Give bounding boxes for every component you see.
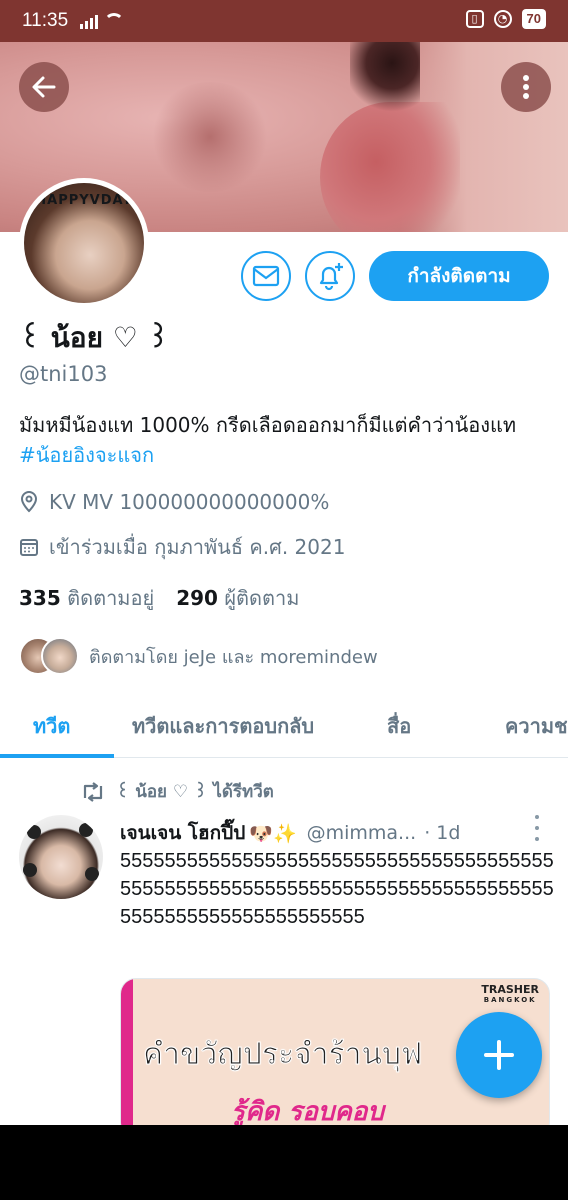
system-nav-bar	[0, 1125, 568, 1200]
media-brand: TRASHER BANGKOK	[481, 983, 539, 1004]
following-button[interactable]: กำลังติดตาม	[369, 251, 549, 301]
profile-handle: @tni103	[19, 362, 108, 386]
followed-by-avatars	[19, 637, 79, 675]
profile-avatar[interactable]: HAPPYVDAY	[19, 178, 149, 308]
media-line-1: คำขวัญประจำร้านบุฟ	[142, 1037, 423, 1073]
bio-text: มัมหมีน้องแท 1000% กรีดเลือดออกมาก็มีแต่…	[19, 413, 517, 437]
battery-indicator: 70	[521, 9, 546, 29]
followers-stat[interactable]: 290 ผู้ติดตาม	[176, 586, 299, 610]
notifications-button[interactable]	[305, 251, 355, 301]
tweet-menu-icon[interactable]	[530, 815, 544, 841]
tweet-author-name[interactable]: เจนเจน โฮกปี๊ป	[120, 818, 245, 848]
tweet-author-avatar[interactable]	[19, 815, 103, 899]
following-count: 335	[19, 586, 61, 610]
back-button[interactable]	[19, 62, 69, 112]
active-tab-indicator	[0, 754, 114, 758]
envelope-icon	[252, 265, 280, 287]
status-bar: 11:35 ▯ ◔ 70	[0, 0, 568, 42]
retweet-icon	[83, 781, 103, 802]
arrow-left-icon	[32, 76, 56, 98]
compose-tweet-button[interactable]	[456, 1012, 542, 1098]
avatar-image: HAPPYVDAY	[24, 183, 144, 303]
avatar-text: HAPPYVDAY	[35, 193, 133, 208]
tweet-text: 5555555555555555555555555555555555555555…	[120, 850, 554, 928]
status-time: 11:35	[22, 10, 69, 31]
tweet-time: · 1d	[424, 822, 461, 844]
bell-plus-icon	[319, 263, 343, 291]
profile-joined-date: เข้าร่วมเมื่อ กุมภาพันธ์ ค.ศ. 2021	[19, 531, 345, 563]
media-line-2: รู้คิด รอบคอบ	[231, 1097, 384, 1125]
avatar	[41, 637, 79, 675]
location-text: KV MV 100000000000000%	[49, 490, 330, 514]
tweet-header: เจนเจน โฮกปี๊ป 🐶✨ @mimma... · 1d	[120, 818, 550, 848]
wifi-icon	[104, 13, 124, 27]
calendar-icon	[20, 539, 38, 556]
joined-text: เข้าร่วมเมื่อ กุมภาพันธ์ ค.ศ. 2021	[49, 535, 346, 559]
plus-icon	[484, 1040, 514, 1070]
profile-location: KV MV 100000000000000%	[19, 490, 329, 514]
tweet-author-handle[interactable]: @mimma...	[307, 822, 417, 844]
profile-screen: 11:35 ▯ ◔ 70 HAPPYVDAY กำลังติดตาม ꒰ น้อ…	[0, 0, 568, 1125]
retweet-label: ꒰ น้อย ♡ ꒱ ได้รีทวีต	[116, 782, 274, 802]
tab-media[interactable]: สื่อ	[387, 710, 411, 742]
followed-by[interactable]: ติดตามโดย jeJe และ moremindew	[19, 637, 378, 675]
tab-tweets-and-replies[interactable]: ทวีตและการตอบกลับ	[132, 710, 314, 742]
followed-by-text: ติดตามโดย jeJe และ moremindew	[89, 646, 378, 668]
status-right-icons: ▯ ◔ 70	[465, 9, 546, 29]
message-button[interactable]	[241, 251, 291, 301]
followers-label: ผู้ติดตาม	[224, 586, 300, 610]
followers-count: 290	[176, 586, 218, 610]
profile-name: ꒰ น้อย ♡ ꒱	[19, 321, 170, 354]
follow-counts: 335 ติดตามอยู่ 290 ผู้ติดตาม	[19, 582, 299, 614]
author-emoji: 🐶✨	[249, 822, 297, 845]
more-options-button[interactable]	[501, 62, 551, 112]
retweet-context[interactable]: ꒰ น้อย ♡ ꒱ ได้รีทวีต	[80, 778, 274, 805]
profile-bio: มัมหมีน้องแท 1000% กรีดเลือดออกมาก็มีแต่…	[19, 410, 549, 470]
following-label: ติดตามอยู่	[67, 586, 155, 610]
tab-tweets[interactable]: ทวีต	[33, 710, 70, 742]
alarm-icon: ◔	[493, 10, 512, 28]
profile-tabs: ทวีต ทวีตและการตอบกลับ สื่อ ความช	[0, 690, 568, 758]
signal-icon	[80, 13, 98, 29]
following-stat[interactable]: 335 ติดตามอยู่	[19, 586, 154, 610]
vibrate-icon: ▯	[465, 10, 484, 28]
location-pin-icon	[20, 491, 38, 513]
tab-likes[interactable]: ความช	[505, 710, 568, 742]
kebab-menu-icon	[523, 75, 529, 99]
bio-hashtag-link[interactable]: #น้อยอิงจะแจก	[19, 443, 154, 467]
